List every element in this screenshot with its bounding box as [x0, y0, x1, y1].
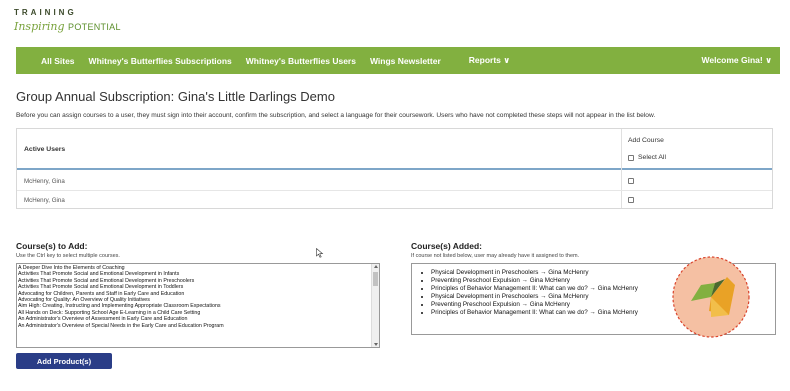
- scroll-down-arrow-icon[interactable]: [373, 343, 378, 346]
- add-course-header: Add Course: [628, 137, 664, 144]
- users-table-header: Active Users Add Course Select All: [17, 129, 772, 170]
- table-row: McHenry, Gina: [17, 172, 772, 191]
- nav-butterflies-subscriptions[interactable]: Whitney's Butterflies Subscriptions: [89, 56, 232, 66]
- page-title: Group Annual Subscription: Gina's Little…: [16, 89, 335, 104]
- nav-reports-dropdown[interactable]: Reports ∨: [469, 55, 510, 66]
- logo-potential-word: POTENTIAL: [68, 22, 121, 32]
- user-name: McHenry, Gina: [24, 178, 65, 185]
- logo-script-word: Inspiring: [14, 20, 65, 33]
- add-products-button[interactable]: Add Product(s): [16, 353, 112, 369]
- top-nav-bar: All Sites Whitney's Butterflies Subscrip…: [16, 47, 780, 74]
- logo[interactable]: TRAINING Inspiring POTENTIAL: [14, 8, 121, 33]
- nav-butterflies-users[interactable]: Whitney's Butterflies Users: [246, 56, 356, 66]
- table-row: McHenry, Gina: [17, 191, 772, 210]
- courses-to-add-heading: Course(s) to Add:: [16, 241, 88, 251]
- add-course-checkbox[interactable]: [628, 197, 634, 203]
- intro-text: Before you can assign courses to a user,…: [16, 112, 656, 119]
- nav-all-sites[interactable]: All Sites: [41, 56, 75, 66]
- active-users-table: Active Users Add Course Select All McHen…: [16, 128, 773, 209]
- butterfly-logo-badge-icon: [672, 256, 750, 338]
- nav-wings-newsletter[interactable]: Wings Newsletter: [370, 56, 441, 66]
- active-users-header: Active Users: [24, 146, 66, 153]
- select-all-label: Select All: [638, 154, 666, 161]
- courses-added-heading: Course(s) Added:: [411, 241, 482, 251]
- add-course-checkbox[interactable]: [628, 178, 634, 184]
- select-all-checkbox[interactable]: [628, 154, 634, 161]
- courses-to-add-hint: Use the Ctrl key to select multiple cour…: [16, 253, 120, 259]
- select-all-control[interactable]: Select All: [628, 154, 666, 161]
- logo-tagline: Inspiring POTENTIAL: [14, 20, 121, 33]
- courses-added-hint: If course not listed below, user may alr…: [411, 253, 580, 259]
- user-name: McHenry, Gina: [24, 197, 65, 204]
- course-multiselect-list[interactable]: A Deeper Dive Into the Elements of Coach…: [16, 263, 380, 348]
- scrollbar-thumb[interactable]: [373, 272, 378, 286]
- nav-welcome-user-menu[interactable]: Welcome Gina! ∨: [701, 55, 772, 66]
- scroll-up-arrow-icon[interactable]: [373, 265, 378, 268]
- logo-top-text: TRAINING: [14, 8, 77, 17]
- mouse-cursor-icon: [316, 248, 324, 258]
- course-list-scrollbar[interactable]: [371, 264, 379, 347]
- course-option[interactable]: An Administrator's Overview of Special N…: [18, 323, 372, 329]
